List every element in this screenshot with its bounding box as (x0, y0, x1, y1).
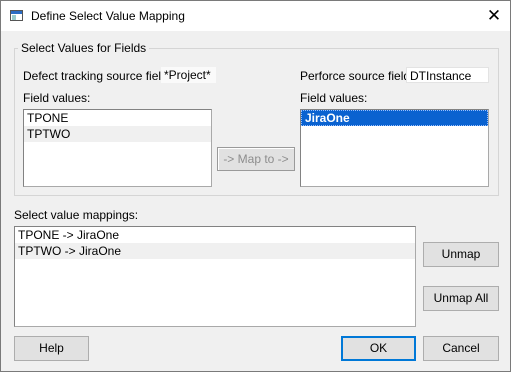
defect-values-list[interactable]: TPONE TPTWO (23, 109, 212, 187)
unmap-all-button[interactable]: Unmap All (423, 286, 499, 311)
perforce-values-list[interactable]: JiraOne (300, 109, 489, 187)
defect-source-label: Defect tracking source field: (23, 69, 172, 83)
perforce-values-label: Field values: (300, 91, 368, 105)
group-title: Select Values for Fields (18, 41, 150, 55)
window-title: Define Select Value Mapping (31, 9, 185, 23)
help-button[interactable]: Help (14, 336, 89, 361)
cancel-button[interactable]: Cancel (423, 336, 499, 361)
defect-values-label: Field values: (23, 91, 91, 105)
list-item[interactable]: TPONE -> JiraOne (15, 227, 415, 243)
perforce-source-field: DTInstance (406, 67, 489, 83)
dialog-window: Define Select Value Mapping ✕ Select Val… (0, 0, 511, 372)
window-icon (10, 10, 23, 21)
list-item[interactable]: TPTWO (24, 126, 211, 142)
unmap-button[interactable]: Unmap (423, 242, 499, 267)
list-item[interactable]: TPTWO -> JiraOne (15, 243, 415, 259)
perforce-source-label: Perforce source field: (300, 69, 414, 83)
title-bar: Define Select Value Mapping ✕ (1, 1, 510, 31)
mappings-list[interactable]: TPONE -> JiraOne TPTWO -> JiraOne (14, 226, 416, 327)
map-to-button[interactable]: -> Map to -> (217, 147, 295, 171)
close-icon[interactable]: ✕ (477, 1, 511, 31)
defect-source-field: *Project* (161, 67, 216, 83)
mappings-label: Select value mappings: (14, 208, 139, 222)
list-item[interactable]: TPONE (24, 110, 211, 126)
ok-button[interactable]: OK (341, 336, 416, 361)
list-item-selected[interactable]: JiraOne (301, 110, 488, 126)
